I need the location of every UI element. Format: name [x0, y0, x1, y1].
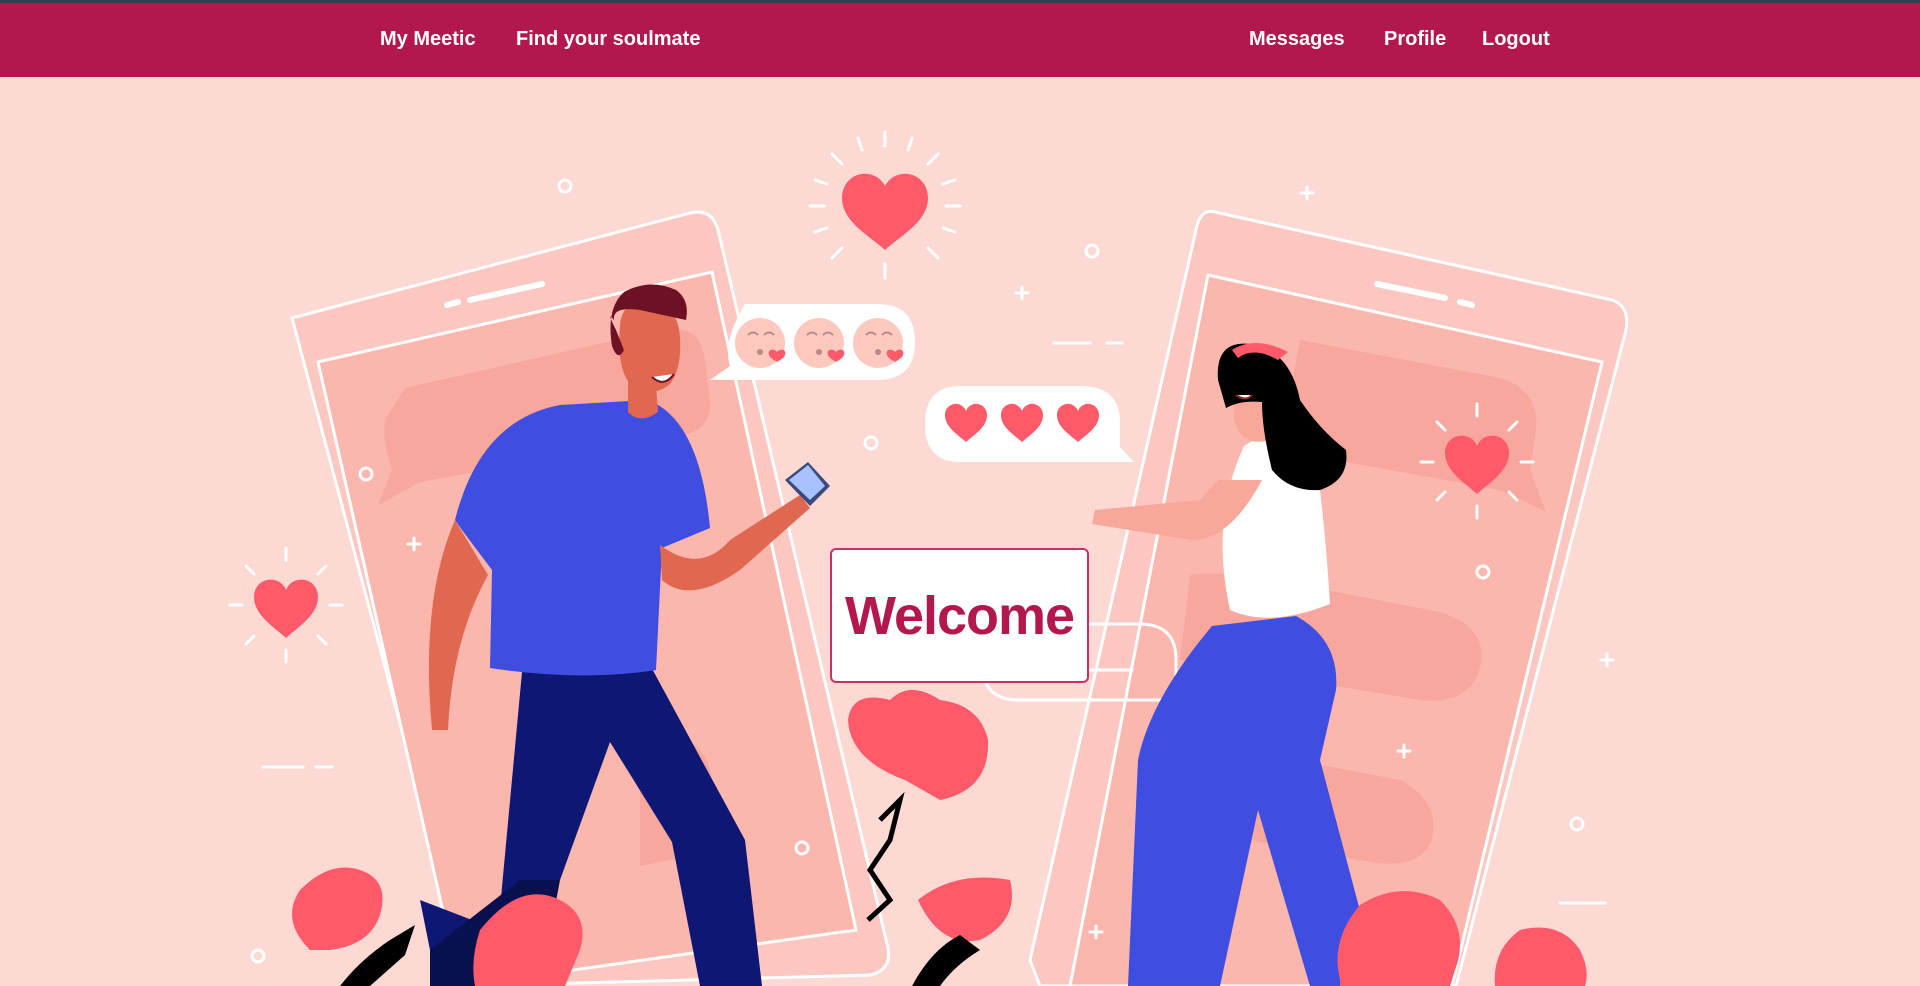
kiss-emoji-icon — [853, 318, 904, 368]
kiss-emoji-bubble — [710, 304, 915, 380]
heart-icon — [228, 546, 344, 664]
hero-illustration — [228, 130, 1629, 986]
welcome-card: Welcome — [830, 548, 1089, 683]
nav-logout[interactable]: Logout — [1482, 28, 1550, 51]
nav-find-soulmate[interactable]: Find your soulmate — [516, 28, 700, 51]
kiss-emoji-icon — [794, 318, 845, 368]
welcome-heading: Welcome — [844, 585, 1075, 646]
heart-icon — [808, 130, 962, 280]
nav-my-meetic[interactable]: My Meetic — [380, 28, 476, 51]
nav-messages[interactable]: Messages — [1249, 28, 1345, 51]
hearts-bubble — [925, 386, 1134, 462]
kiss-emoji-icon — [735, 318, 786, 368]
hero-section: Welcome — [0, 77, 1920, 986]
nav-profile[interactable]: Profile — [1384, 28, 1446, 51]
top-navbar: My Meetic Find your soulmate Messages Pr… — [0, 0, 1920, 77]
